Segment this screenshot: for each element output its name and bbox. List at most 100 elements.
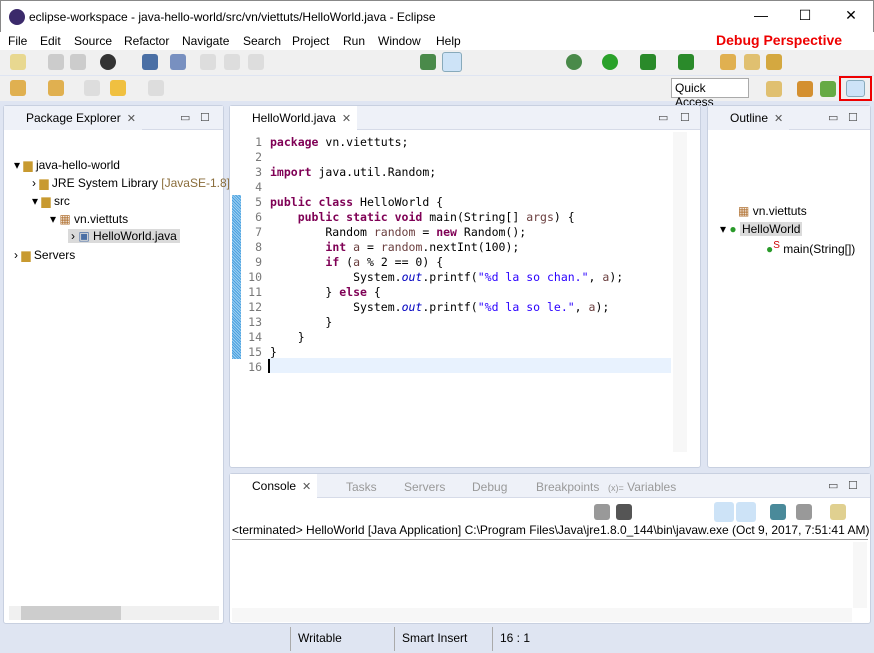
back-icon[interactable] [110, 80, 126, 96]
tab-tasks[interactable]: Tasks [346, 480, 377, 494]
minimize-icon[interactable]: ▭ [180, 111, 190, 124]
terminal-icon[interactable] [142, 54, 158, 70]
debug-perspective-button[interactable] [839, 76, 872, 101]
text-cursor [268, 359, 270, 373]
tree-item-jre[interactable]: › ▆ JRE System Library [JavaSE-1.8] [32, 176, 230, 190]
toggle-icon[interactable] [420, 54, 436, 70]
display-console-icon[interactable] [796, 504, 812, 520]
line-number: 8 [255, 240, 262, 254]
open-task-icon[interactable] [744, 54, 760, 70]
save-all-icon[interactable] [70, 54, 86, 70]
search-icon[interactable] [766, 54, 782, 70]
tree-item-package[interactable]: ▾ ▦ vn.viettuts [50, 212, 128, 226]
outline-item-class[interactable]: ▾ ● HelloWorld [720, 222, 803, 236]
line-number: 14 [248, 330, 262, 344]
close-icon[interactable]: ✕ [342, 113, 351, 125]
menu-refactor[interactable]: Refactor [124, 34, 169, 48]
menu-help[interactable]: Help [436, 34, 461, 48]
menu-project[interactable]: Project [292, 34, 329, 48]
title-bar: eclipse-workspace - java-hello-world/src… [0, 0, 874, 32]
main-toolbar [0, 50, 874, 75]
last-edit-icon[interactable] [84, 80, 100, 96]
vertical-scrollbar[interactable] [853, 542, 867, 608]
java-perspective-icon[interactable] [820, 81, 836, 97]
line-number: 6 [255, 210, 262, 224]
tab-helloworld-java[interactable]: HelloWorld.java ✕ [230, 106, 358, 130]
tree-item-servers[interactable]: › ▆ Servers [14, 248, 75, 262]
open-perspective-icon[interactable] [766, 81, 782, 97]
resume-icon[interactable] [200, 54, 216, 70]
vertical-scrollbar[interactable] [673, 132, 687, 452]
tab-package-explorer[interactable]: Package Explorer ✕ [4, 106, 142, 130]
maximize-icon[interactable]: ☐ [680, 111, 690, 124]
java-ee-perspective-icon[interactable] [797, 81, 813, 97]
run-icon[interactable] [602, 54, 618, 70]
show-console-stdout-icon[interactable] [714, 502, 734, 522]
tab-debug[interactable]: Debug [472, 480, 507, 494]
profile-icon[interactable] [100, 54, 116, 70]
code-text: package vn.viettuts; import java.util.Ra… [270, 135, 624, 359]
horizontal-scrollbar[interactable] [232, 608, 852, 622]
line-number: 7 [255, 225, 262, 239]
menu-bar: File Edit Source Refactor Navigate Searc… [0, 32, 874, 50]
terminate-icon[interactable] [594, 504, 610, 520]
open-type-icon[interactable] [720, 54, 736, 70]
terminate-icon[interactable] [248, 54, 264, 70]
suspend-icon[interactable] [224, 54, 240, 70]
menu-search[interactable]: Search [243, 34, 281, 48]
tree-item-helloworld-java[interactable]: › ▣ HelloWorld.java [68, 229, 180, 243]
tree-item-src[interactable]: ▾ ▆ src [32, 194, 70, 208]
maximize-icon[interactable]: ☐ [200, 111, 210, 124]
tab-outline[interactable]: Outline ✕ [708, 106, 790, 130]
package-explorer-panel: Package Explorer ✕ ▭ ☐ ▾ ▆ java-hello-wor… [3, 105, 230, 624]
minimize-icon[interactable]: ▭ [658, 111, 668, 124]
line-number: 5 [255, 195, 262, 209]
pin-console-icon[interactable] [770, 504, 786, 520]
save-icon[interactable] [48, 54, 64, 70]
maximize-icon[interactable]: ☐ [848, 479, 858, 492]
line-number: 11 [248, 285, 262, 299]
outline-item-method[interactable]: ●S main(String[]) [766, 240, 855, 256]
debug-perspective-annotation: Debug Perspective [716, 32, 843, 48]
close-icon[interactable]: ✕ [302, 481, 311, 493]
external-tools-icon[interactable] [678, 54, 694, 70]
close-icon[interactable]: ✕ [127, 113, 136, 125]
writable-status: Writable [298, 631, 342, 645]
tab-servers[interactable]: Servers [404, 480, 445, 494]
quick-access-input[interactable]: Quick Access [671, 78, 749, 109]
next-annotation-icon[interactable] [10, 80, 26, 96]
window-title: eclipse-workspace - java-hello-world/src… [29, 10, 436, 24]
close-button[interactable]: ✕ [841, 7, 861, 24]
maximize-button[interactable]: ☐ [795, 7, 815, 24]
minimize-icon[interactable]: ▭ [828, 479, 838, 492]
tab-breakpoints[interactable]: Breakpoints [536, 480, 599, 494]
maximize-icon[interactable]: ☐ [848, 111, 858, 124]
outline-item-package[interactable]: ▦ vn.viettuts [738, 204, 807, 218]
forward-icon[interactable] [148, 80, 164, 96]
close-icon[interactable]: ✕ [774, 113, 783, 125]
minimize-icon[interactable]: ▭ [828, 111, 838, 124]
menu-edit[interactable]: Edit [40, 34, 61, 48]
menu-window[interactable]: Window [378, 34, 421, 48]
open-console-icon[interactable] [830, 504, 846, 520]
skip-breakpoints-icon[interactable] [170, 54, 186, 70]
tab-variables[interactable]: (x)= Variables [608, 480, 676, 494]
mark-occurrences-icon[interactable] [442, 52, 462, 72]
menu-file[interactable]: File [8, 34, 27, 48]
menu-source[interactable]: Source [74, 34, 112, 48]
previous-annotation-icon[interactable] [48, 80, 64, 96]
tab-console[interactable]: Console ✕ [230, 474, 318, 498]
coverage-icon[interactable] [640, 54, 656, 70]
debug-icon[interactable] [566, 54, 582, 70]
new-icon[interactable] [10, 54, 26, 70]
show-console-stderr-icon[interactable] [736, 502, 756, 522]
horizontal-scrollbar[interactable] [9, 606, 219, 620]
menu-run[interactable]: Run [343, 34, 365, 48]
minimize-button[interactable]: — [751, 7, 771, 23]
menu-navigate[interactable]: Navigate [182, 34, 229, 48]
tree-item-project[interactable]: ▾ ▆ java-hello-world [14, 158, 120, 172]
line-number: 15 [248, 345, 262, 359]
line-number: 16 [248, 360, 262, 374]
remove-launch-icon[interactable] [616, 504, 632, 520]
line-number: 2 [255, 150, 262, 164]
